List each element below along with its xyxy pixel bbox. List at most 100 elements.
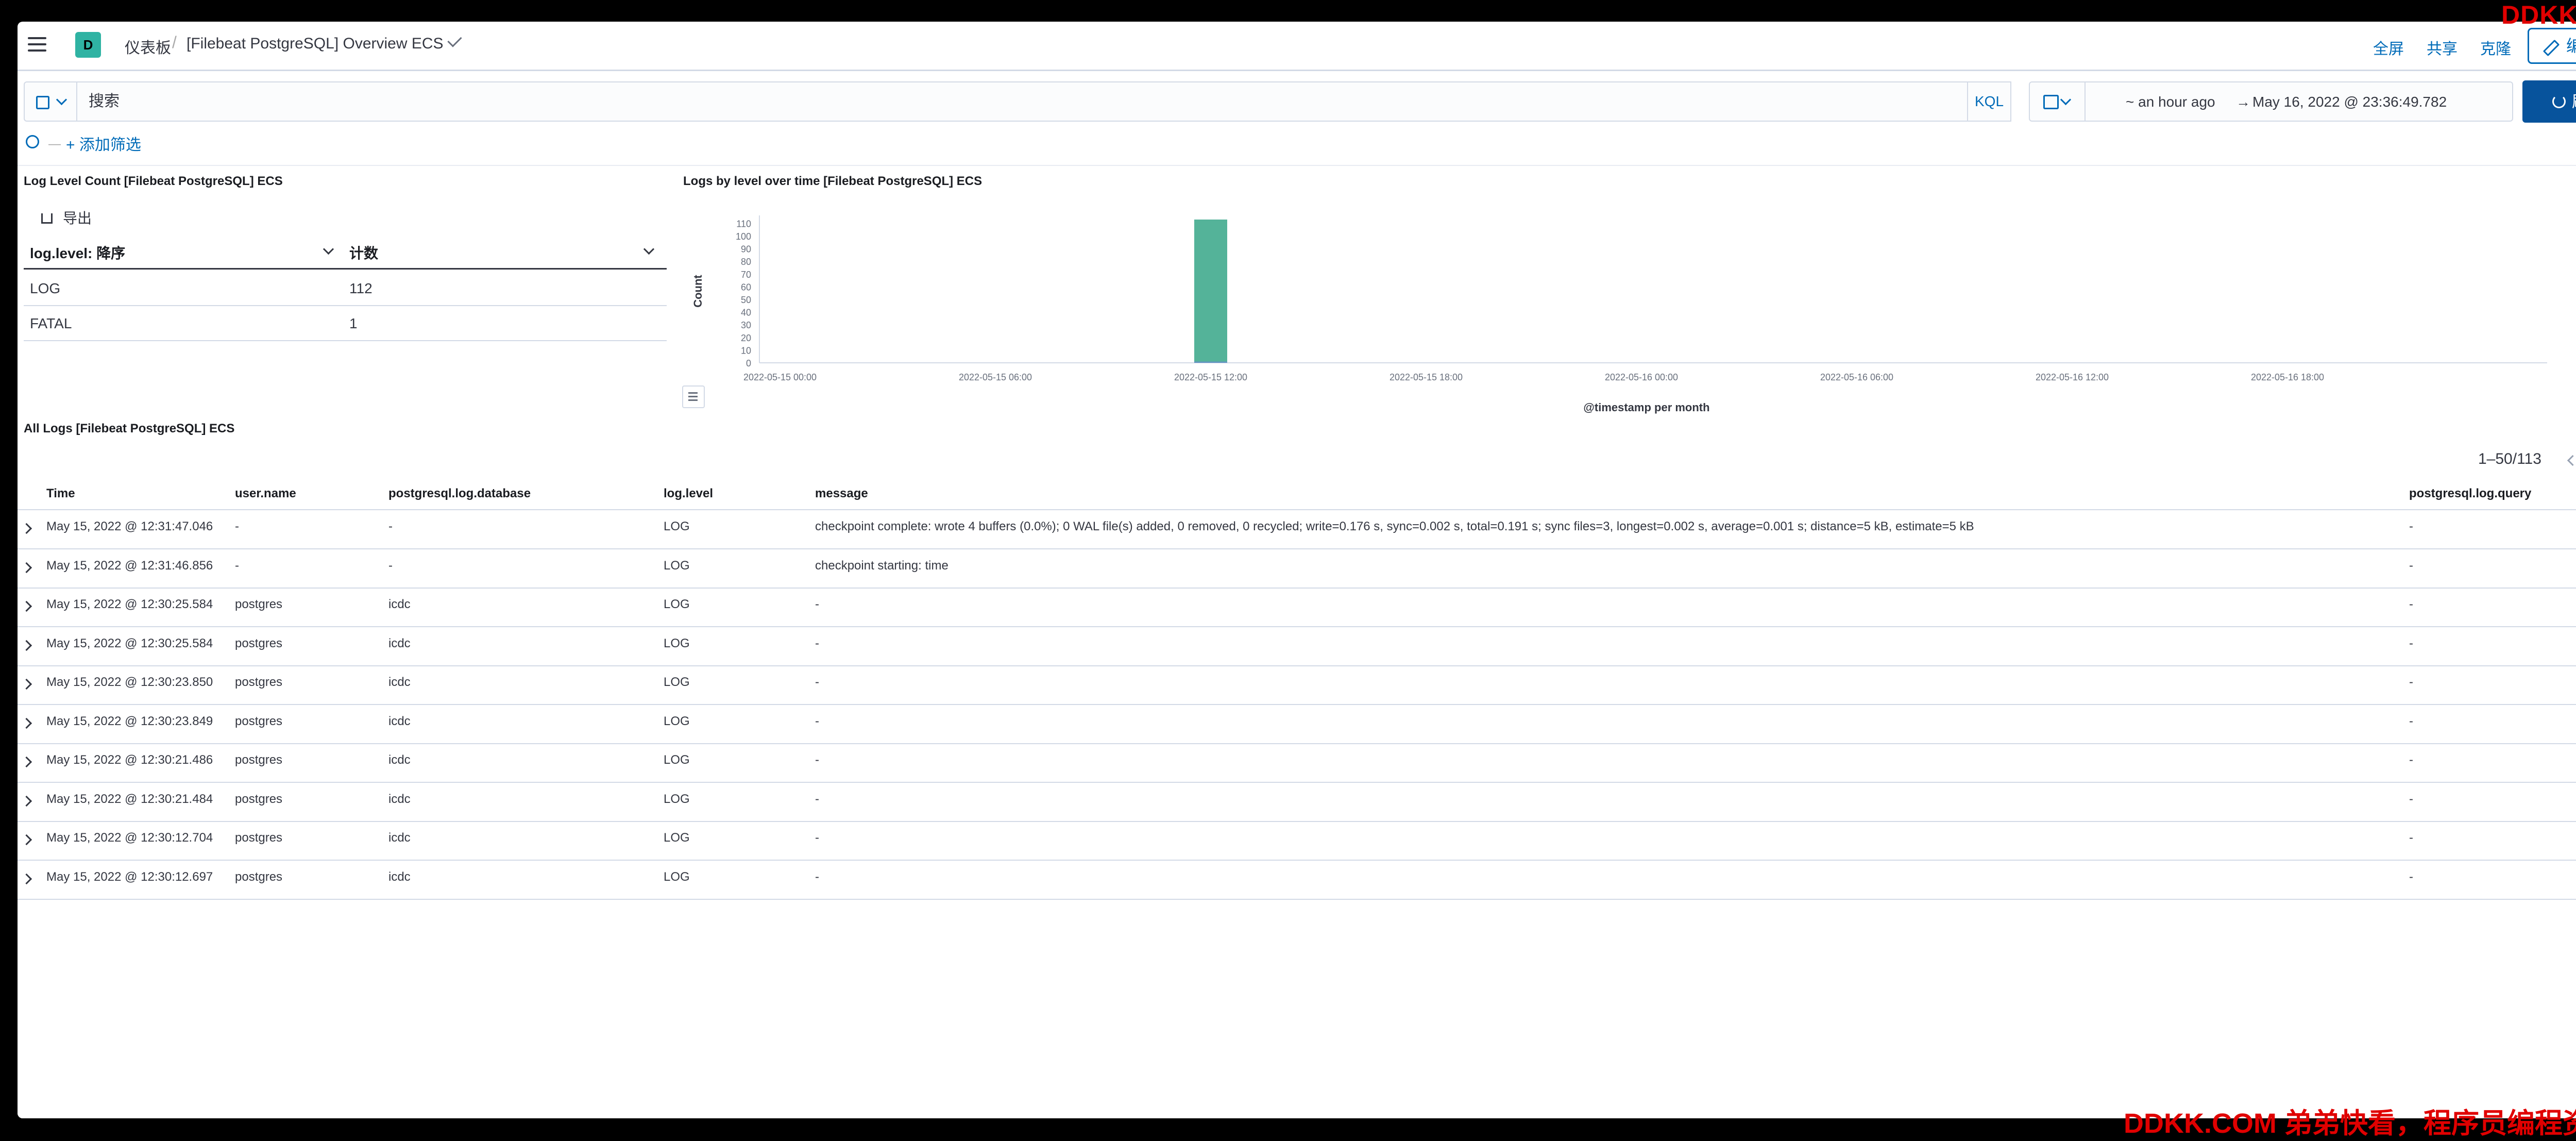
date-start[interactable]: ~ an hour ago (2126, 94, 2215, 110)
row-divider (18, 860, 2576, 861)
column-header[interactable]: user.name (235, 486, 296, 501)
table-cell: - (815, 753, 819, 767)
table-cell: icdc (388, 597, 411, 611)
y-axis-label: Count (692, 275, 704, 308)
table-cell: - (815, 869, 819, 884)
y-tick-label: 80 (741, 257, 751, 267)
count-cell: 112 (349, 280, 372, 296)
y-tick-label: 10 (741, 345, 751, 356)
table-cell: May 15, 2022 @ 12:30:12.704 (46, 831, 213, 845)
table-cell: - (2409, 519, 2413, 533)
x-tick-label: 2022-05-15 00:00 (743, 372, 817, 382)
row-divider (18, 665, 2576, 666)
y-tick-label: 50 (741, 295, 751, 305)
table-cell: postgres (235, 792, 283, 806)
panel-title-all-logs: All Logs [Filebeat PostgreSQL] ECS (24, 422, 235, 435)
breadcrumb-dashboards[interactable]: 仪表板 (125, 35, 171, 58)
table-cell: May 15, 2022 @ 12:31:47.046 (46, 519, 213, 533)
space-avatar[interactable]: D (75, 32, 101, 58)
list-icon[interactable] (682, 385, 705, 408)
table-cell: - (815, 831, 819, 845)
x-tick-label: 2022-05-16 12:00 (2036, 372, 2109, 382)
fullscreen-link[interactable]: 全屏 (2373, 36, 2404, 59)
header-divider (18, 509, 2576, 510)
pagination-count: 1–50/113 (2478, 450, 2541, 467)
table-cell: LOG (664, 597, 690, 611)
column-header[interactable]: postgresql.log.query (2409, 486, 2531, 501)
table-cell: May 15, 2022 @ 12:30:25.584 (46, 597, 213, 611)
share-link[interactable]: 共享 (2427, 36, 2458, 59)
table-cell: icdc (388, 792, 411, 806)
table-cell: icdc (388, 675, 411, 689)
column-header-level[interactable]: log.level: 降序 (30, 242, 125, 263)
table-cell: - (2409, 675, 2413, 689)
arrow-right-icon: → (2236, 94, 2250, 110)
y-tick-label: 70 (741, 270, 751, 280)
export-link[interactable]: 导出 (63, 207, 92, 228)
column-header[interactable]: postgresql.log.database (388, 486, 531, 501)
table-cell: - (2409, 753, 2413, 767)
table-cell: - (388, 558, 393, 573)
app-window: D 仪表板 / [Filebeat PostgreSQL] Overview E… (18, 22, 2576, 1118)
column-header[interactable]: log.level (664, 486, 713, 501)
x-tick-label: 2022-05-16 00:00 (1605, 372, 1678, 382)
table-cell: - (235, 519, 239, 533)
table-cell: - (388, 519, 393, 533)
calendar-icon (2043, 95, 2059, 109)
refresh-button[interactable]: 刷新 (2522, 80, 2576, 123)
y-tick-label: 20 (741, 333, 751, 343)
table-cell: - (2409, 714, 2413, 728)
edit-button[interactable]: 编辑 (2528, 28, 2576, 64)
panel-title-level-count: Log Level Count [Filebeat PostgreSQL] EC… (24, 174, 283, 188)
pencil-icon (2543, 39, 2560, 57)
level-cell: LOG (30, 280, 61, 296)
kql-toggle[interactable]: KQL (1968, 81, 2011, 122)
top-header: D 仪表板 / [Filebeat PostgreSQL] Overview E… (18, 22, 2576, 71)
watermark-bottom: DDKK.COM 弟弟快看，程序员编程资料站 (2124, 1108, 2576, 1139)
table-cell: postgres (235, 636, 283, 650)
table-cell: postgres (235, 869, 283, 884)
table-cell: - (2409, 597, 2413, 611)
x-tick-label: 2022-05-16 18:00 (2251, 372, 2324, 382)
column-header[interactable]: Time (46, 486, 75, 501)
x-tick-label: 2022-05-15 12:00 (1174, 372, 1247, 382)
table-cell: icdc (388, 753, 411, 767)
table-cell: icdc (388, 714, 411, 728)
saved-query-button[interactable] (24, 81, 77, 122)
chevron-down-icon (2060, 94, 2072, 106)
table-cell: icdc (388, 636, 411, 650)
panel-title-logs-by-level: Logs by level over time [Filebeat Postgr… (683, 174, 982, 188)
row-divider (18, 548, 2576, 549)
table-cell: - (2409, 558, 2413, 573)
column-header-count[interactable]: 计数 (349, 242, 378, 263)
y-tick-label: 100 (736, 231, 751, 242)
date-end[interactable]: May 16, 2022 @ 23:36:49.782 (2252, 94, 2447, 110)
row-divider (18, 820, 2576, 822)
table-cell: - (815, 675, 819, 689)
table-cell: checkpoint complete: wrote 4 buffers (0.… (815, 519, 1974, 533)
table-cell: LOG (664, 675, 690, 689)
export-icon (41, 213, 53, 224)
refresh-label: 刷新 (2572, 92, 2576, 111)
add-filter-link[interactable]: + 添加筛选 (66, 132, 141, 155)
filter-icon[interactable] (26, 135, 39, 148)
row-divider (18, 587, 2576, 589)
table-cell: May 15, 2022 @ 12:30:21.484 (46, 792, 213, 806)
table-cell: LOG (664, 753, 690, 767)
table-cell: - (2409, 831, 2413, 845)
x-tick-label: 2022-05-15 06:00 (959, 372, 1032, 382)
clone-link[interactable]: 克隆 (2480, 36, 2511, 59)
table-cell: - (815, 597, 819, 611)
bar-log (1194, 220, 1227, 362)
table-cell: postgres (235, 714, 283, 728)
column-header[interactable]: message (815, 486, 868, 501)
breadcrumb-current: [Filebeat PostgreSQL] Overview ECS (187, 35, 444, 52)
menu-icon[interactable] (28, 37, 46, 53)
y-tick-label: 90 (741, 244, 751, 255)
breadcrumb-separator: / (172, 33, 177, 52)
table-cell: - (2409, 792, 2413, 806)
search-input[interactable]: 搜索 (77, 81, 1968, 122)
date-picker[interactable]: ~ an hour ago → May 16, 2022 @ 23:36:49.… (2029, 81, 2513, 122)
table-cell: postgres (235, 753, 283, 767)
table-cell: checkpoint starting: time (815, 558, 948, 573)
